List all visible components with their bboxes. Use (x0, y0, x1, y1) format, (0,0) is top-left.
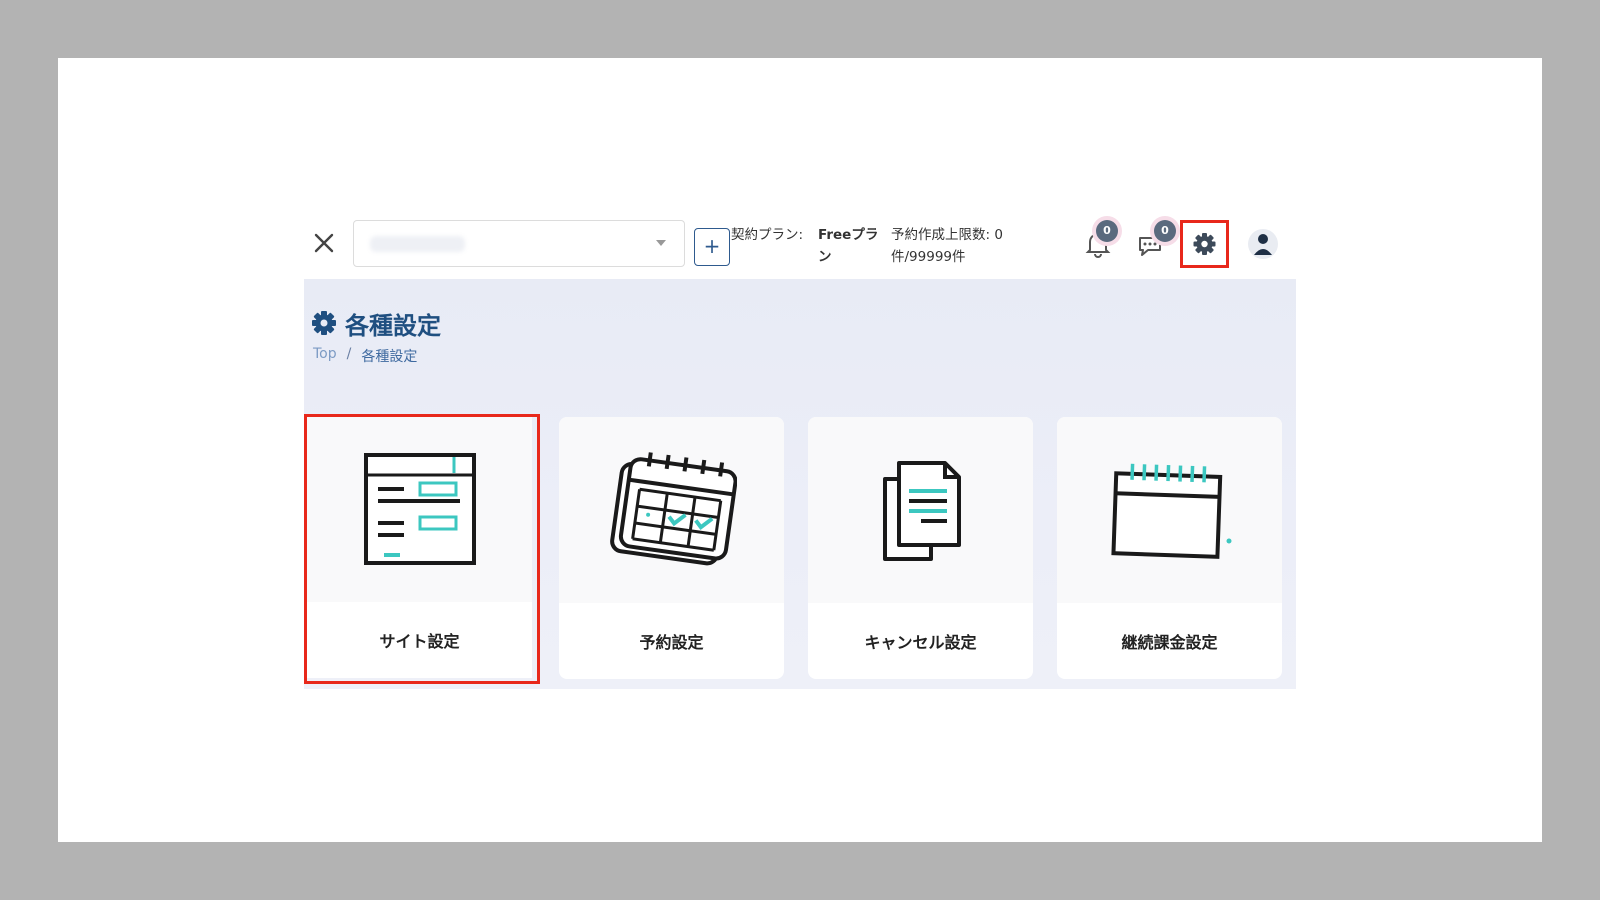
card-label: サイト設定 (379, 632, 460, 651)
gear-icon (1193, 233, 1216, 255)
reservation-settings-card[interactable]: 予約設定 (559, 417, 784, 679)
settings-button[interactable] (1180, 220, 1229, 268)
breadcrumb: Top / 各種設定 (313, 346, 417, 366)
site-settings-card[interactable]: サイト設定 (307, 416, 532, 678)
cancel-settings-card[interactable]: キャンセル設定 (808, 417, 1033, 679)
messages-button[interactable]: 0 (1136, 220, 1176, 260)
breadcrumb-separator: / (346, 346, 352, 362)
add-button[interactable]: + (694, 228, 730, 266)
breadcrumb-top-link[interactable]: Top (313, 346, 337, 366)
card-art (808, 417, 1033, 603)
calendar-icon (1110, 463, 1231, 559)
card-label: 継続課金設定 (1121, 633, 1218, 652)
page-title-text: 各種設定 (345, 311, 441, 340)
card-art (307, 416, 532, 602)
card-label: 予約設定 (639, 633, 704, 652)
plan-value: Freeプラン (818, 227, 879, 265)
user-avatar[interactable] (1247, 225, 1279, 263)
chevron-down-icon[interactable] (656, 240, 666, 246)
reservation-limit-text: 予約作成上限数: 0件/99999件 (891, 227, 1003, 265)
card-label: キャンセル設定 (864, 633, 977, 652)
card-art (1057, 417, 1282, 603)
calendar-check-icon (609, 452, 737, 566)
gear-icon (312, 311, 336, 335)
site-select[interactable] (353, 220, 685, 267)
documents-icon (882, 461, 961, 561)
site-select-value (370, 236, 465, 252)
close-icon[interactable] (309, 228, 339, 258)
breadcrumb-current: 各種設定 (361, 349, 418, 365)
card-art (559, 417, 784, 603)
subscription-settings-card[interactable]: 継続課金設定 (1057, 417, 1282, 679)
messages-badge: 0 (1154, 220, 1176, 242)
site-settings-icon (363, 453, 476, 565)
plan-label: 契約プラン: (731, 227, 804, 243)
notifications-badge: 0 (1096, 220, 1118, 242)
notifications-button[interactable]: 0 (1082, 220, 1118, 260)
page-title: 各種設定 (311, 306, 441, 340)
